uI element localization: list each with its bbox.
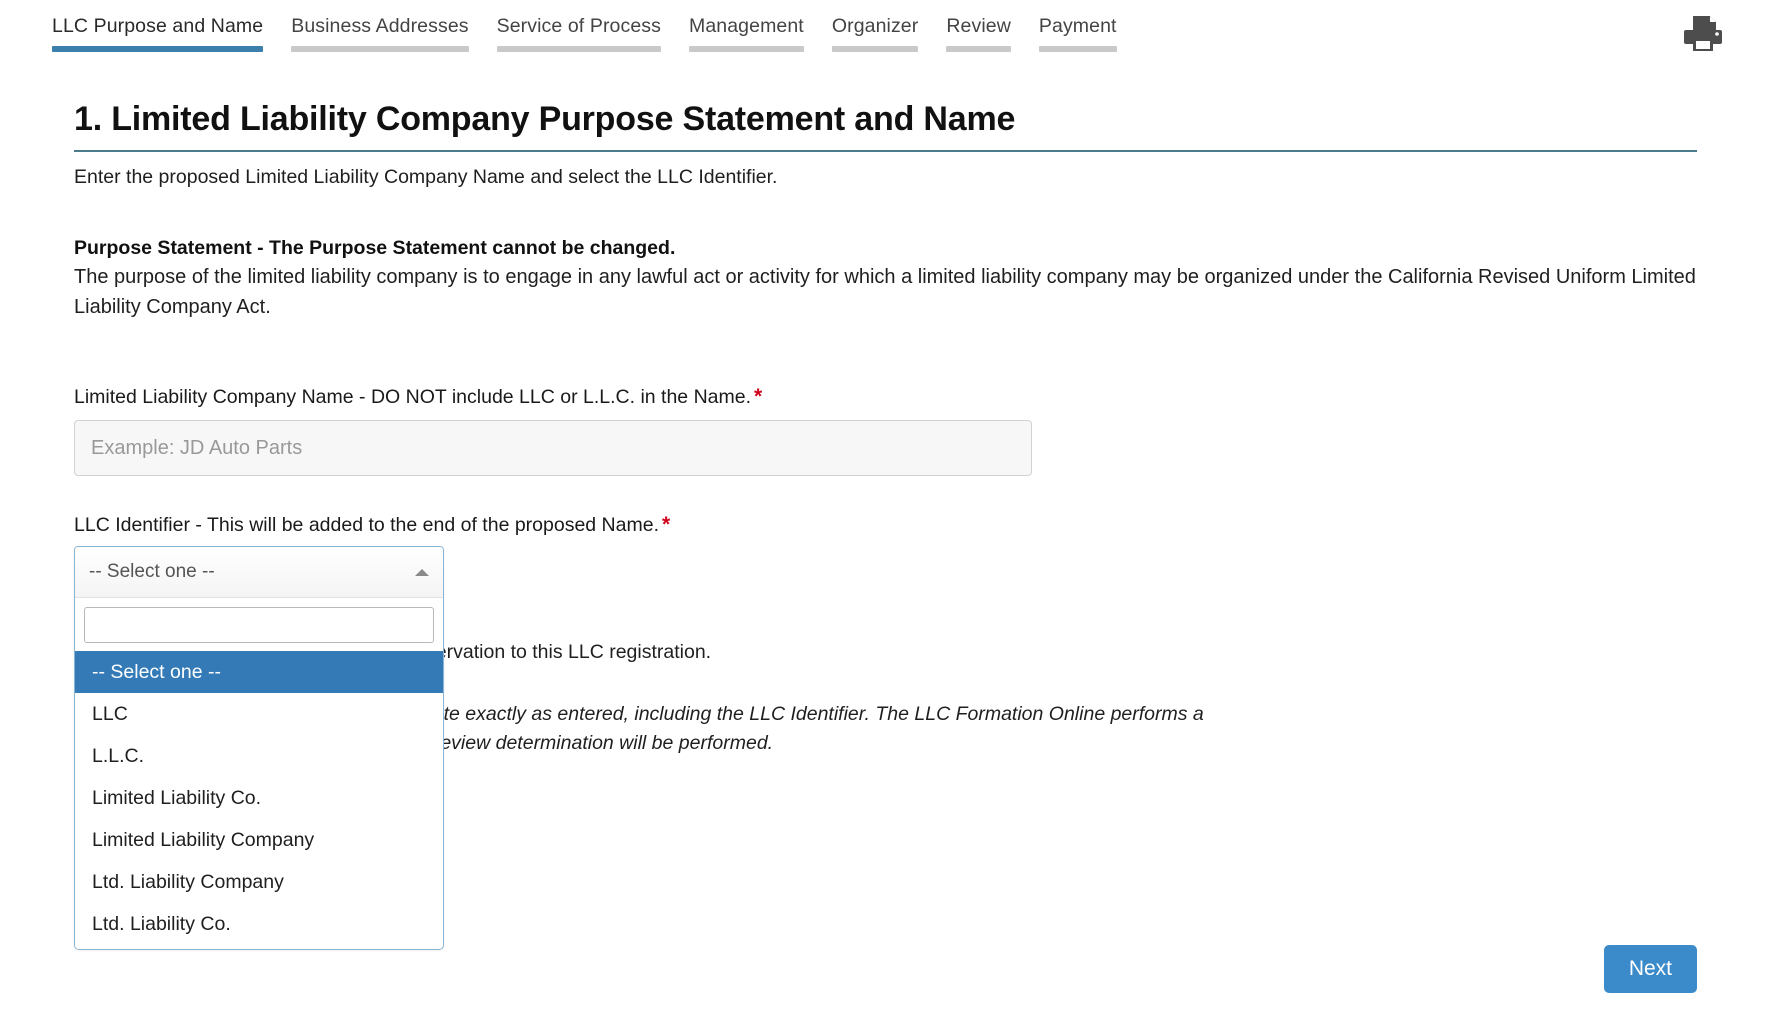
required-marker: * bbox=[662, 513, 670, 536]
tab-label: Review bbox=[946, 14, 1011, 38]
llc-identifier-selected-value: -- Select one -- bbox=[89, 561, 215, 583]
tab-underline bbox=[291, 46, 468, 52]
tab-underline bbox=[689, 46, 804, 52]
llc-name-field-group: Limited Liability Company Name - DO NOT … bbox=[74, 384, 1697, 476]
tab-review[interactable]: Review bbox=[932, 14, 1025, 52]
print-button[interactable] bbox=[1681, 14, 1725, 54]
llc-identifier-search-wrap bbox=[75, 598, 443, 651]
llc-identifier-option-llc[interactable]: LLC bbox=[75, 693, 443, 735]
tab-llc-purpose-and-name[interactable]: LLC Purpose and Name bbox=[38, 14, 277, 52]
tab-service-of-process[interactable]: Service of Process bbox=[483, 14, 675, 52]
llc-identifier-search-input[interactable] bbox=[84, 607, 434, 643]
tab-underline bbox=[1039, 46, 1117, 52]
purpose-statement-block: Purpose Statement - The Purpose Statemen… bbox=[74, 234, 1697, 322]
llc-identifier-option-ltd-liability-co[interactable]: Ltd. Liability Co. bbox=[75, 903, 443, 945]
llc-identifier-option-select-one[interactable]: -- Select one -- bbox=[75, 651, 443, 693]
title-divider bbox=[74, 150, 1697, 152]
intro-text: Enter the proposed Limited Liability Com… bbox=[74, 164, 1697, 190]
page-title: 1. Limited Liability Company Purpose Sta… bbox=[74, 96, 1697, 142]
tab-label: Management bbox=[689, 14, 804, 38]
purpose-statement-heading: Purpose Statement - The Purpose Statemen… bbox=[74, 234, 1697, 262]
tab-label: Payment bbox=[1039, 14, 1117, 38]
next-button[interactable]: Next bbox=[1604, 945, 1697, 993]
llc-identifier-label-text: LLC Identifier - This will be added to t… bbox=[74, 514, 659, 536]
tab-label: Business Addresses bbox=[291, 14, 468, 38]
tab-business-addresses[interactable]: Business Addresses bbox=[277, 14, 482, 52]
tab-management[interactable]: Management bbox=[675, 14, 818, 52]
wizard-footer: Next bbox=[1604, 945, 1697, 993]
llc-identifier-option-limited-liability-co[interactable]: Limited Liability Co. bbox=[75, 777, 443, 819]
llc-identifier-select-toggle[interactable]: -- Select one -- bbox=[75, 547, 443, 598]
llc-identifier-option-list: -- Select one -- LLC L.L.C. Limited Liab… bbox=[75, 651, 443, 949]
tab-underline bbox=[497, 46, 661, 52]
llc-identifier-option-limited-liability-company[interactable]: Limited Liability Company bbox=[75, 819, 443, 861]
wizard-tabs: LLC Purpose and Name Business Addresses … bbox=[38, 14, 1131, 52]
caret-up-icon bbox=[415, 569, 429, 576]
llc-name-input[interactable] bbox=[74, 420, 1032, 476]
required-marker: * bbox=[754, 385, 762, 408]
tab-label: LLC Purpose and Name bbox=[52, 14, 263, 38]
llc-identifier-field-group: LLC Identifier - This will be added to t… bbox=[74, 512, 1697, 758]
tab-organizer[interactable]: Organizer bbox=[818, 14, 933, 52]
llc-name-label: Limited Liability Company Name - DO NOT … bbox=[74, 384, 1697, 410]
wizard-tab-bar: LLC Purpose and Name Business Addresses … bbox=[0, 0, 1771, 62]
llc-identifier-dropdown: -- Select one -- -- Select one -- LLC L.… bbox=[74, 546, 444, 950]
llc-identifier-option-ltd-liability-company[interactable]: Ltd. Liability Company bbox=[75, 861, 443, 903]
tab-underline bbox=[946, 46, 1011, 52]
llc-identifier-label: LLC Identifier - This will be added to t… bbox=[74, 512, 1697, 538]
tab-underline bbox=[832, 46, 919, 52]
tab-label: Service of Process bbox=[497, 14, 661, 38]
tab-underline-active bbox=[52, 46, 263, 52]
printer-icon bbox=[1681, 14, 1725, 54]
tab-payment[interactable]: Payment bbox=[1025, 14, 1131, 52]
purpose-statement-body: The purpose of the limited liability com… bbox=[74, 262, 1697, 322]
tab-label: Organizer bbox=[832, 14, 919, 38]
llc-name-label-text: Limited Liability Company Name - DO NOT … bbox=[74, 386, 751, 408]
main-content: 1. Limited Liability Company Purpose Sta… bbox=[0, 62, 1771, 758]
llc-identifier-option-l-l-c[interactable]: L.L.C. bbox=[75, 735, 443, 777]
